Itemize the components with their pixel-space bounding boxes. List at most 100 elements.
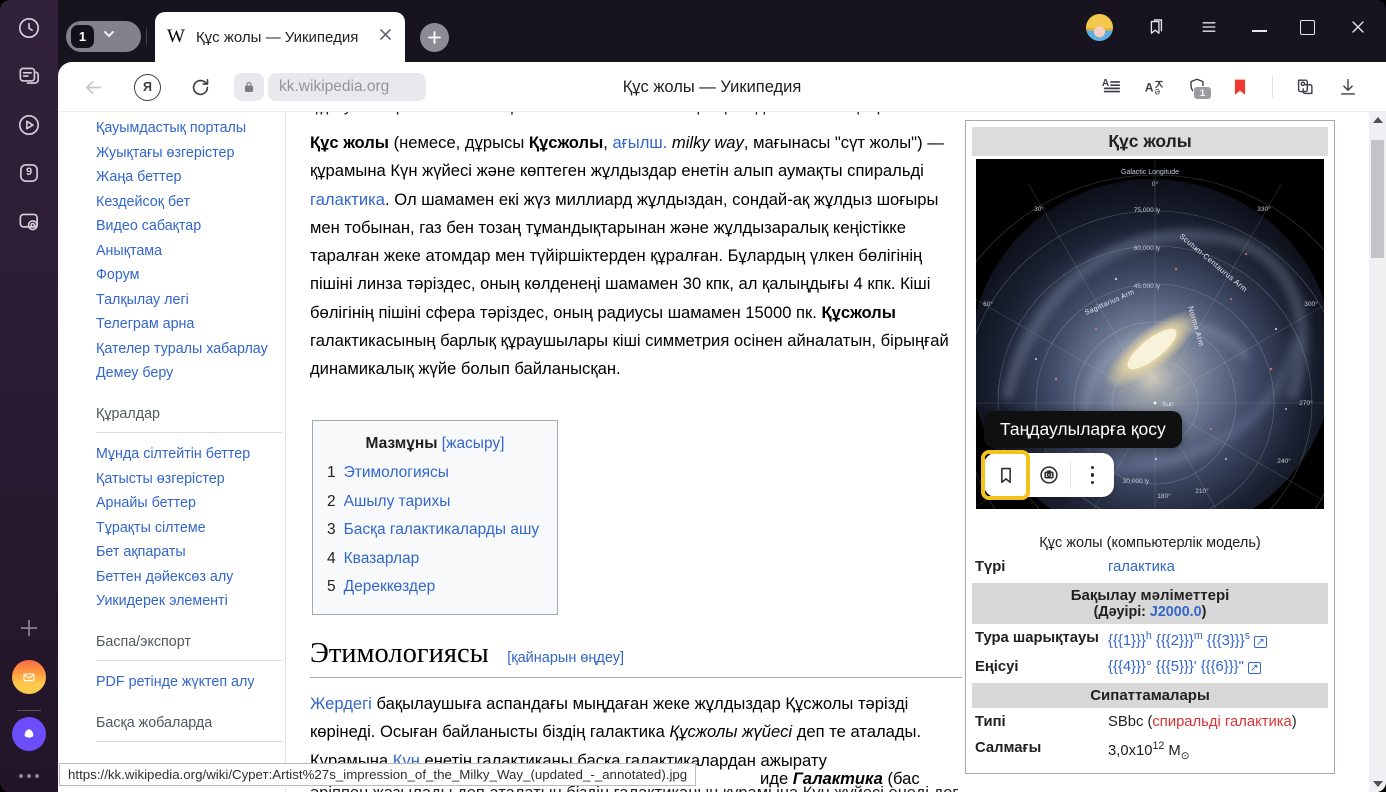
download-icon[interactable] <box>1337 76 1359 98</box>
window-close-button[interactable] <box>1348 17 1368 37</box>
yandex-mail-icon[interactable] <box>12 660 46 694</box>
rail-divider <box>17 710 41 711</box>
profile-avatar[interactable] <box>1086 14 1113 41</box>
shield-counter-badge: 1 <box>1193 86 1212 100</box>
link-galaxy[interactable]: галактика <box>310 190 385 209</box>
video-play-icon[interactable] <box>16 112 42 138</box>
sidebar-link[interactable]: Телеграм арна <box>96 312 274 337</box>
svg-text:60,000 ly: 60,000 ly <box>1134 245 1161 252</box>
sidebar-heading-tools: Құралдар <box>96 401 282 434</box>
sidebar-link[interactable]: Қауымдастық порталы <box>96 116 274 141</box>
sidebar-link[interactable]: Арнайы беттер <box>96 491 274 516</box>
infobox-row-dec: Еңісуі {{{4}}}° {{{5}}}' {{{6}}}"↗ <box>966 655 1334 679</box>
svg-text:60°: 60° <box>983 300 993 308</box>
bookmarks-panel-icon[interactable] <box>1146 17 1166 37</box>
section-heading: Этимологиясы <box>310 638 489 669</box>
scroll-up-arrow[interactable] <box>1369 112 1386 128</box>
tab-close-icon[interactable] <box>378 27 393 47</box>
page-scrollbar[interactable] <box>1369 112 1386 792</box>
sidebar-link[interactable]: Видео сабақтар <box>96 214 274 239</box>
external-link-icon[interactable]: ↗ <box>1248 662 1261 674</box>
collections-icon[interactable] <box>1294 76 1316 98</box>
protect-shield-icon[interactable]: 1 <box>1186 76 1208 98</box>
sidebar-link[interactable]: PDF ретінде жүктеп алу <box>96 670 274 695</box>
svg-text:270°: 270° <box>1299 399 1313 407</box>
type-label-link[interactable]: Типі <box>975 714 1006 730</box>
ra-label-link[interactable]: Тура шарықтауы <box>975 630 1099 646</box>
article-bold-term: Құс жолы <box>310 133 389 152</box>
toc-hide-link[interactable]: [жасыру] <box>442 435 505 452</box>
link-earth[interactable]: Жердегі <box>310 694 372 713</box>
sidebar-heading-print: Баспа/экспорт <box>96 629 282 662</box>
add-panel-icon[interactable] <box>16 615 42 641</box>
infobox: Құс жолы <box>965 120 1335 774</box>
sun-label: Sun <box>1162 401 1174 408</box>
infobox-row-type: Түрі галактика <box>966 555 1334 579</box>
scrollbar-thumb[interactable] <box>1371 140 1384 258</box>
dec-label-link[interactable]: Еңісуі <box>975 659 1019 675</box>
tab-group-badge: 1 <box>71 25 94 48</box>
bookmark-saved-icon[interactable] <box>1229 76 1251 98</box>
external-link-icon[interactable]: ↗ <box>1254 636 1267 648</box>
svg-text:30,000 ly: 30,000 ly <box>1123 478 1150 485</box>
browser-toolbar: Я kk.wikipedia.org Құс жолы — Уикипедия … <box>58 62 1386 112</box>
reload-button[interactable] <box>189 62 212 112</box>
rail-more-dots-icon[interactable] <box>19 774 39 778</box>
image-caption: Құс жолы (компьютерлік модель) <box>966 509 1334 553</box>
address-bar[interactable]: kk.wikipedia.org <box>268 73 426 101</box>
sidebar-heading-projects: Басқа жобаларда <box>96 710 282 743</box>
link-english[interactable]: ағылш. <box>612 133 667 152</box>
notes-feed-icon[interactable] <box>16 63 42 89</box>
edit-source-link[interactable]: [қайнарын өңдеу] <box>507 650 624 666</box>
sidebar-link[interactable]: Тұрақты сілтеме <box>96 516 274 541</box>
svg-text:210°: 210° <box>1195 487 1209 495</box>
page-title-center: Құс жолы — Уикипедия <box>358 62 1066 112</box>
scroll-down-arrow[interactable] <box>1369 776 1386 792</box>
sidebar-link[interactable]: Жуықтағы өзгерістер <box>96 141 274 166</box>
tab-group-pill[interactable]: 1 <box>66 21 141 52</box>
window-minimize-button[interactable] <box>1252 22 1267 32</box>
sidebar-link[interactable]: Қателер туралы хабарлау <box>96 337 274 362</box>
translate-icon[interactable]: Aә <box>1143 76 1165 98</box>
tab-count: 9 <box>16 166 42 178</box>
reader-mode-icon[interactable]: A <box>1100 76 1122 98</box>
sidebar-link[interactable]: Демеу беру <box>96 361 274 386</box>
tabs-counter-icon[interactable]: 9 <box>16 160 42 186</box>
sidebar-link[interactable]: Форум <box>96 263 274 288</box>
toc-item: 3Басқа галактикаларды ашу <box>327 516 543 545</box>
image-label: Galactic Longitude <box>1121 169 1179 176</box>
menu-hamburger-icon[interactable] <box>1199 17 1219 37</box>
history-clock-icon[interactable] <box>16 15 42 41</box>
alice-assistant-icon[interactable] <box>12 717 46 751</box>
sidebar-link[interactable]: Беттен дәйексөз алу <box>96 565 274 590</box>
sidebar-link[interactable]: Жаңа беттер <box>96 165 274 190</box>
clipped-text-line: құраушылары кіші симметрия осінен айнала… <box>310 112 958 121</box>
tab-strip: 1 W Құс жолы — Уикипедия <box>58 0 1386 62</box>
sidebar-link[interactable]: Мұнда сілтейтін беттер <box>96 442 274 467</box>
sidebar-link[interactable]: Қатысты өзгерістер <box>96 467 274 492</box>
site-security-lock-icon[interactable] <box>234 73 264 101</box>
active-tab[interactable]: W Құс жолы — Уикипедия <box>155 12 405 62</box>
sidebar-link[interactable]: Кездейсоқ бет <box>96 190 274 215</box>
image-more-menu-button[interactable] <box>1071 453 1114 497</box>
chevron-down-icon[interactable] <box>102 27 116 46</box>
sidebar-link[interactable]: Уикидерек элементі <box>96 589 274 614</box>
back-button[interactable] <box>82 62 105 112</box>
visual-search-button[interactable] <box>1027 453 1070 497</box>
mass-label-link[interactable]: Салмағы <box>975 740 1041 756</box>
wikipedia-favicon: W <box>167 26 185 48</box>
epoch-link[interactable]: J2000.0 <box>1150 604 1202 620</box>
window-maximize-button[interactable] <box>1300 20 1315 35</box>
new-tab-button[interactable] <box>420 23 449 52</box>
yandex-home-button[interactable]: Я <box>134 62 161 112</box>
sidebar-link[interactable]: Бет ақпараты <box>96 540 274 565</box>
spiral-galaxy-redlink[interactable]: спиральді галактика <box>1152 714 1291 730</box>
sidebar-link[interactable]: Талқылау легі <box>96 288 274 313</box>
bookmark-image-button[interactable] <box>984 453 1027 497</box>
galaxy-image[interactable]: Galactic Longitude 0° 30° 330° 60° 300° … <box>976 159 1324 509</box>
table-of-contents: Мазмұны [жасыру] 1Этимологиясы 2Ашылу та… <box>312 420 558 615</box>
screenshot-camera-icon[interactable] <box>16 209 42 235</box>
wiki-sidebar: Қауымдастық порталы Жуықтағы өзгерістер … <box>96 116 274 751</box>
sidebar-link[interactable]: Анықтама <box>96 239 274 264</box>
galaxy-link[interactable]: галактика <box>1108 559 1175 575</box>
